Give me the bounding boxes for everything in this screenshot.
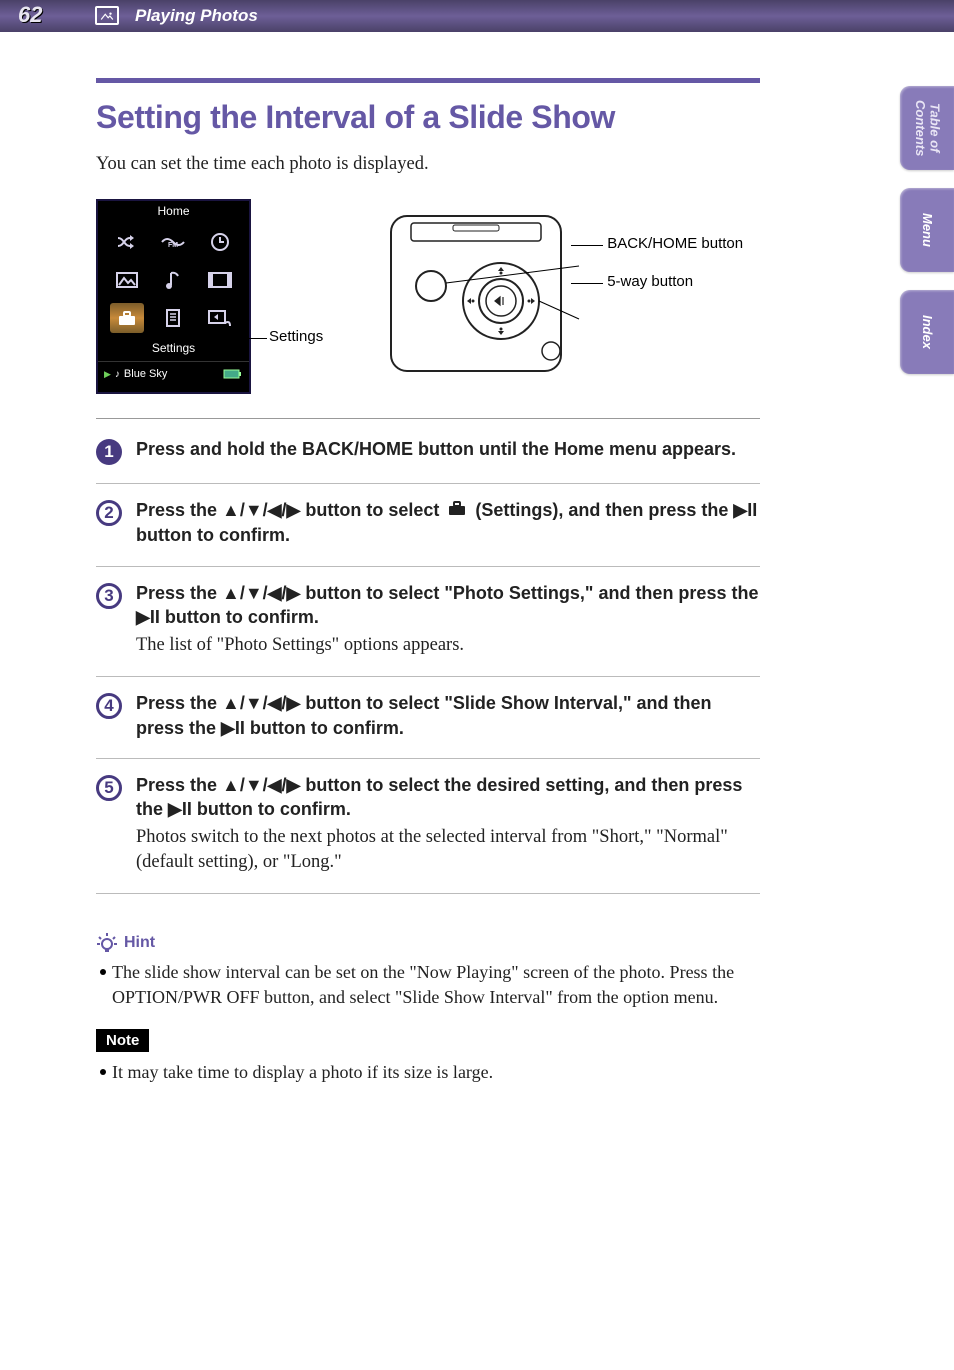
section-title: Playing Photos	[135, 6, 258, 26]
tab-menu[interactable]: Menu	[900, 188, 954, 272]
step-2-text: Press the ▲/▼/◀/▶ button to select (Sett…	[136, 498, 760, 548]
device-diagram	[381, 211, 581, 381]
content: Setting the Interval of a Slide Show You…	[0, 32, 810, 1144]
dpad-glyph: ▲/▼/◀/▶	[222, 775, 300, 795]
video-icon	[203, 265, 237, 295]
settings-icon	[110, 303, 144, 333]
settings-inline-icon	[446, 499, 468, 523]
playlist-icon	[156, 303, 190, 333]
hint-text: The slide show interval can be set on th…	[112, 960, 760, 1009]
divider	[96, 566, 760, 567]
bullet-dot	[100, 1069, 106, 1075]
divider	[96, 758, 760, 759]
hint-heading: Hint	[96, 932, 760, 954]
music-icon	[156, 265, 190, 295]
intro-text: You can set the time each photo is displ…	[96, 154, 760, 175]
hint-icon	[96, 932, 118, 954]
bullet-dot	[100, 969, 106, 975]
step-4-text: Press the ▲/▼/◀/▶ button to select "Slid…	[136, 691, 760, 740]
photo-nav-icon	[110, 265, 144, 295]
hint-label: Hint	[124, 934, 155, 952]
note-text: It may take time to display a photo if i…	[112, 1060, 493, 1084]
playpause-glyph: ▶II	[168, 799, 192, 819]
callout-settings-label: Settings	[269, 328, 323, 345]
svg-text:FM: FM	[168, 242, 178, 249]
step-5-text: Press the ▲/▼/◀/▶ button to select the d…	[136, 773, 760, 822]
callout-back-home: BACK/HOME button	[607, 235, 743, 253]
fm-icon: FM	[156, 227, 190, 257]
figure-row: Home FM Settings ▶ ♪	[96, 199, 760, 394]
note-label: Note	[96, 1029, 149, 1052]
step-2: 2 Press the ▲/▼/◀/▶ button to select (Se…	[96, 498, 760, 548]
step-badge-5: 5	[96, 775, 122, 801]
tab-toc[interactable]: Table of Contents	[900, 86, 954, 170]
divider	[96, 418, 760, 419]
note-list: It may take time to display a photo if i…	[96, 1060, 760, 1084]
device-labels: BACK/HOME button 5-way button	[607, 215, 743, 290]
tab-index[interactable]: Index	[900, 290, 954, 374]
shuffle-icon	[110, 227, 144, 257]
home-selected-label: Settings	[98, 337, 249, 355]
photo-icon	[95, 6, 119, 25]
clock-icon	[203, 227, 237, 257]
step-3-plain: The list of "Photo Settings" options app…	[136, 633, 760, 658]
step-3: 3 Press the ▲/▼/◀/▶ button to select "Ph…	[96, 581, 760, 659]
step-5-plain: Photos switch to the next photos at the …	[136, 825, 760, 875]
page-title: Setting the Interval of a Slide Show	[96, 99, 760, 136]
dpad-glyph: ▲/▼/◀/▶	[222, 500, 300, 520]
hint-list: The slide show interval can be set on th…	[96, 960, 760, 1009]
dpad-glyph: ▲/▼/◀/▶	[222, 583, 300, 603]
home-grid: FM	[98, 223, 249, 337]
top-rule	[96, 78, 760, 83]
step-badge-2: 2	[96, 500, 122, 526]
step-5: 5 Press the ▲/▼/◀/▶ button to select the…	[96, 773, 760, 876]
playpause-glyph: ▶II	[733, 500, 757, 520]
step-3-text: Press the ▲/▼/◀/▶ button to select "Phot…	[136, 581, 760, 630]
step-1-text: Press and hold the BACK/HOME button unti…	[136, 437, 760, 461]
home-screen-figure: Home FM Settings ▶ ♪	[96, 199, 251, 394]
dpad-glyph: ▲/▼/◀/▶	[222, 693, 300, 713]
step-1: 1 Press and hold the BACK/HOME button un…	[96, 437, 760, 465]
battery-icon	[223, 369, 243, 379]
home-nowplaying-bar: ▶ ♪ Blue Sky	[98, 361, 249, 384]
nowplaying-icon	[203, 303, 237, 333]
callout-5way: 5-way button	[607, 273, 743, 290]
nowplaying-track: Blue Sky	[124, 368, 167, 380]
page-header: 62 Playing Photos	[0, 0, 954, 32]
side-tabs: Table of Contents Menu Index	[900, 86, 954, 374]
step-badge-1: 1	[96, 439, 122, 465]
step-4: 4 Press the ▲/▼/◀/▶ button to select "Sl…	[96, 691, 760, 740]
divider	[96, 893, 760, 894]
playpause-glyph: ▶II	[136, 607, 160, 627]
page-number: 62	[18, 2, 42, 28]
playpause-glyph: ▶II	[221, 718, 245, 738]
divider	[96, 676, 760, 677]
step-badge-4: 4	[96, 693, 122, 719]
step-badge-3: 3	[96, 583, 122, 609]
home-screen-title: Home	[98, 201, 249, 223]
divider	[96, 483, 760, 484]
